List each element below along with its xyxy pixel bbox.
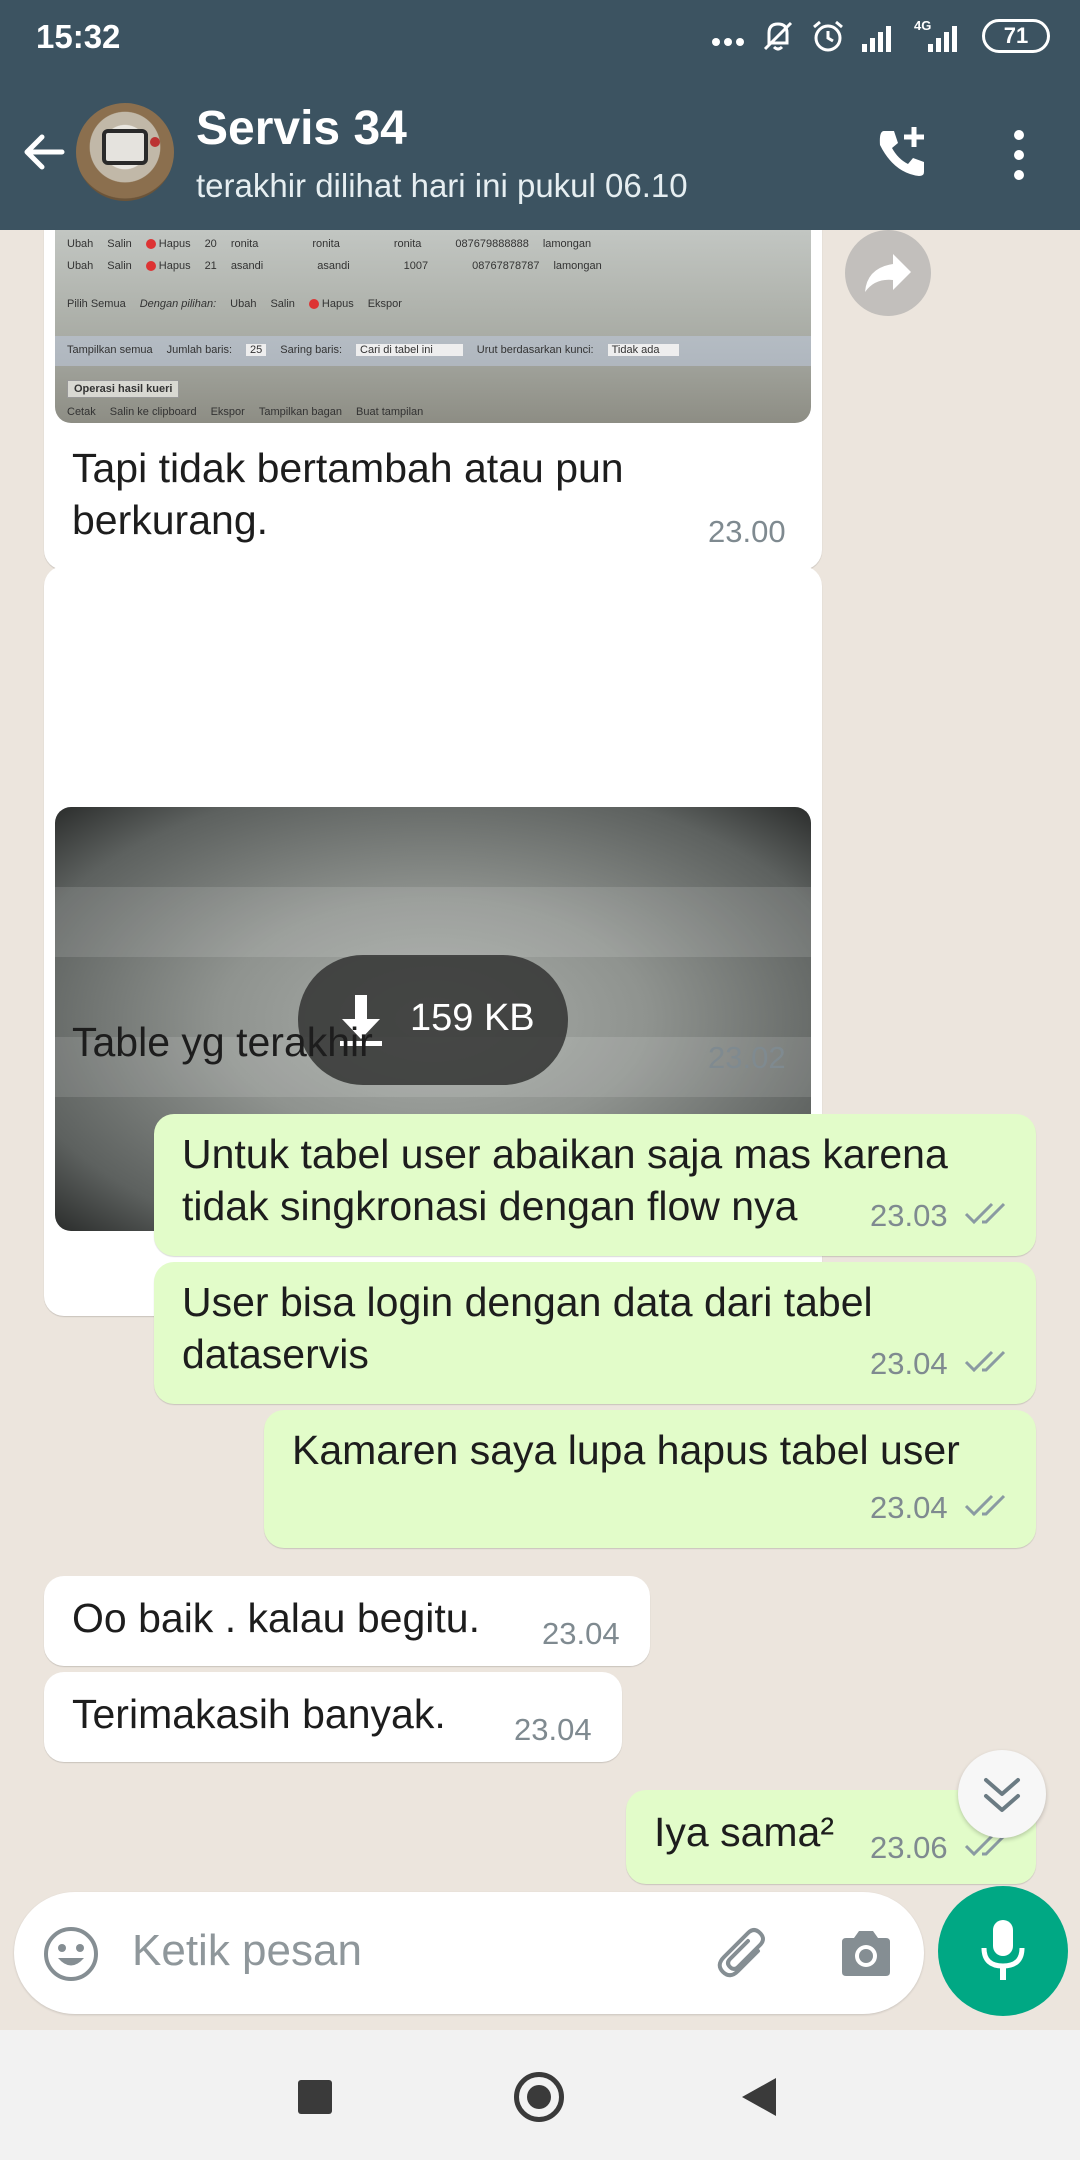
message-text: Iya sama² [654,1809,834,1855]
voice-message-button[interactable] [938,1886,1068,2016]
back-button[interactable] [742,2078,776,2116]
emoji-icon[interactable] [42,1925,100,1983]
forward-icon [865,254,911,292]
message-time: 23.06 [870,1830,948,1865]
chat-area[interactable]: Ubah Salin Hapus 20 ronita ronita ronita 087679… [0,230,1080,2030]
message-caption: Table yg terakhir [72,1019,373,1065]
read-receipt-icon [964,1350,1006,1373]
image-section-title: Operasi hasil kueri [67,380,180,398]
download-size: 159 KB [410,997,535,1039]
message-time: 23.04 [870,1490,948,1525]
outgoing-message[interactable]: User bisa login dengan data dari tabel d… [154,1262,1036,1404]
image-ops-row: Cetak Salin ke clipboard Ekspor Tampilkan b… [67,406,424,418]
system-nav-bar [0,2030,1080,2160]
message-text: User bisa login dengan data dari tabel d… [182,1279,873,1377]
status-icons: 4G 71 [710,18,1050,54]
attach-icon[interactable] [714,1925,774,1985]
silent-icon [763,21,793,51]
status-time: 15:32 [36,18,121,55]
message-text: Kamaren saya lupa hapus tabel user [292,1427,960,1473]
more-dots-icon [712,38,744,46]
message-image[interactable]: Ubah Salin Hapus 20 ronita ronita ronita 087679… [55,230,811,423]
message-caption: Tapi tidak bertambah atau pun berkurang. [72,445,624,543]
message-text: Terimakasih banyak. [72,1691,446,1737]
signal-4g-icon: 4G [914,18,957,52]
message-text: Untuk tabel user abaikan saja mas karena… [182,1131,948,1229]
forward-button[interactable] [845,230,931,316]
image-table-row: Ubah Salin Hapus 20 ronita ronita ronita 087679… [67,238,592,250]
incoming-message[interactable]: Oo baik . kalau begitu. 23.04 [44,1576,650,1666]
read-receipt-icon [964,1494,1006,1517]
message-time: 23.02 [708,1040,786,1075]
message-composer[interactable]: Ketik pesan [14,1892,924,2014]
contact-avatar[interactable] [76,103,174,201]
image-selection-row: Pilih Semua Dengan pilihan: Ubah Salin Hapus… [67,298,402,310]
battery-icon: 71 [982,19,1050,53]
add-call-icon[interactable] [872,123,932,183]
outgoing-message[interactable]: Kamaren saya lupa hapus tabel user 23.04 [264,1410,1036,1548]
message-input[interactable]: Ketik pesan [132,1926,362,1976]
alarm-icon [813,20,843,52]
signal-icon [862,26,891,52]
mic-icon [981,1920,1025,1980]
incoming-image-message[interactable]: Ubah Salin Hapus 20 ronita ronita ronita 087679… [44,230,822,570]
status-bar: 15:32 4G 71 [0,0,1080,75]
message-time: 23.03 [870,1198,948,1233]
camera-icon[interactable] [838,1928,894,1980]
back-arrow-icon[interactable] [18,125,72,179]
message-time: 23.04 [542,1616,620,1651]
more-vert-icon[interactable] [1004,127,1034,183]
double-chevron-down-icon [984,1778,1020,1812]
last-seen-status: terakhir dilihat hari ini pukul 06.10 [196,167,688,204]
message-time: 23.04 [514,1712,592,1747]
image-table-row: Ubah Salin Hapus 21 asandi asandi 1007 08767878… [67,260,602,272]
network-label: 4G [914,18,931,33]
recents-button[interactable] [298,2080,332,2114]
message-text: Oo baik . kalau begitu. [72,1595,480,1641]
incoming-message[interactable]: Terimakasih banyak. 23.04 [44,1672,622,1762]
chat-header: Servis 34 terakhir dilihat hari ini puku… [0,75,1080,230]
contact-name[interactable]: Servis 34 [196,101,407,156]
image-controls-row: Tampilkan semua Jumlah baris: 25 Saring bar… [55,336,811,366]
scroll-to-bottom-button[interactable] [958,1750,1046,1838]
message-time: 23.00 [708,514,786,549]
home-button[interactable] [514,2072,564,2122]
message-time: 23.04 [870,1346,948,1381]
read-receipt-icon [964,1202,1006,1225]
outgoing-message[interactable]: Untuk tabel user abaikan saja mas karena… [154,1114,1036,1256]
